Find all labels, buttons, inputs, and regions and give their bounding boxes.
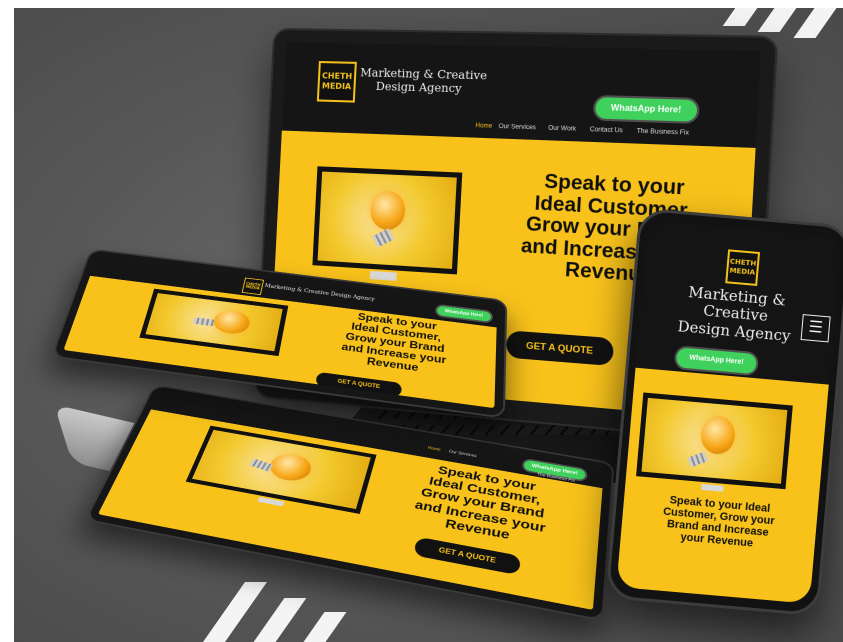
brand-logo[interactable]: CHETH MEDIA (241, 277, 265, 296)
lightbulb-icon (211, 308, 252, 336)
nav-item-home[interactable]: Home (475, 123, 492, 130)
hero-section: Speak to your Ideal Customer, Grow your … (616, 367, 829, 604)
site-header: CHETH MEDIA Marketing & Creative Design … (281, 42, 762, 148)
monitor-display (317, 171, 457, 269)
monitor-illustration (636, 392, 793, 490)
stripe-decoration (793, 8, 837, 38)
monitor-illustration (139, 288, 289, 357)
logo-text: CHETH (321, 71, 353, 82)
mockup-scene: CHETH MEDIA Marketing & Creative Design … (14, 8, 843, 642)
lightbulb-base (193, 317, 215, 327)
lightbulb-base (372, 228, 395, 248)
get-quote-button[interactable]: GET A QUOTE (413, 536, 522, 576)
nav-item-our-work[interactable]: Our Work (548, 125, 576, 132)
nav-item-home[interactable]: Home (427, 446, 441, 452)
brand-logo[interactable]: CHETH MEDIA (316, 61, 357, 103)
nav-item-contact-us[interactable]: Contact Us (590, 127, 623, 135)
logo-text: MEDIA (245, 284, 261, 291)
lightbulb-icon (699, 414, 737, 456)
logo-text: MEDIA (729, 266, 756, 277)
phone-screen: CHETH MEDIA Marketing & Creative Design … (616, 220, 842, 604)
lightbulb-icon (266, 451, 315, 484)
get-quote-button[interactable]: GET A QUOTE (505, 330, 615, 367)
whatsapp-button[interactable]: WhatsApp Here! (594, 97, 698, 122)
stripe-decoration (202, 582, 268, 642)
stripe-decoration (303, 612, 347, 642)
menu-icon[interactable]: ☰ (800, 314, 831, 343)
stripe-decoration (757, 8, 797, 32)
monitor-stand (701, 483, 724, 492)
monitor-stand (369, 270, 397, 281)
lightbulb-base (249, 458, 274, 472)
hero-headline: Speak to your Ideal Customer, Grow your … (627, 492, 810, 555)
whatsapp-button[interactable]: WhatsApp Here! (675, 347, 758, 375)
monitor-display (641, 397, 788, 484)
brand-logo[interactable]: CHETH MEDIA (725, 249, 761, 286)
lightbulb-base (687, 451, 708, 468)
stripe-decoration (253, 598, 307, 642)
brand-name: Marketing & Creative Design Agency (359, 66, 487, 97)
logo-text: MEDIA (321, 81, 352, 92)
monitor-display (145, 293, 283, 352)
monitor-illustration (312, 166, 463, 275)
nav-item-our-services[interactable]: Our Services (499, 124, 537, 132)
phone-device: CHETH MEDIA Marketing & Creative Design … (605, 207, 843, 617)
nav-item-business-fix[interactable]: The Business Fix (636, 128, 689, 136)
brand-name: Marketing & Creative Design Agency (669, 283, 803, 346)
nav-item-our-services[interactable]: Our Services (448, 450, 477, 459)
lightbulb-icon (369, 190, 407, 231)
whatsapp-button[interactable]: WhatsApp Here! (436, 305, 492, 322)
stripe-decoration (722, 8, 758, 26)
